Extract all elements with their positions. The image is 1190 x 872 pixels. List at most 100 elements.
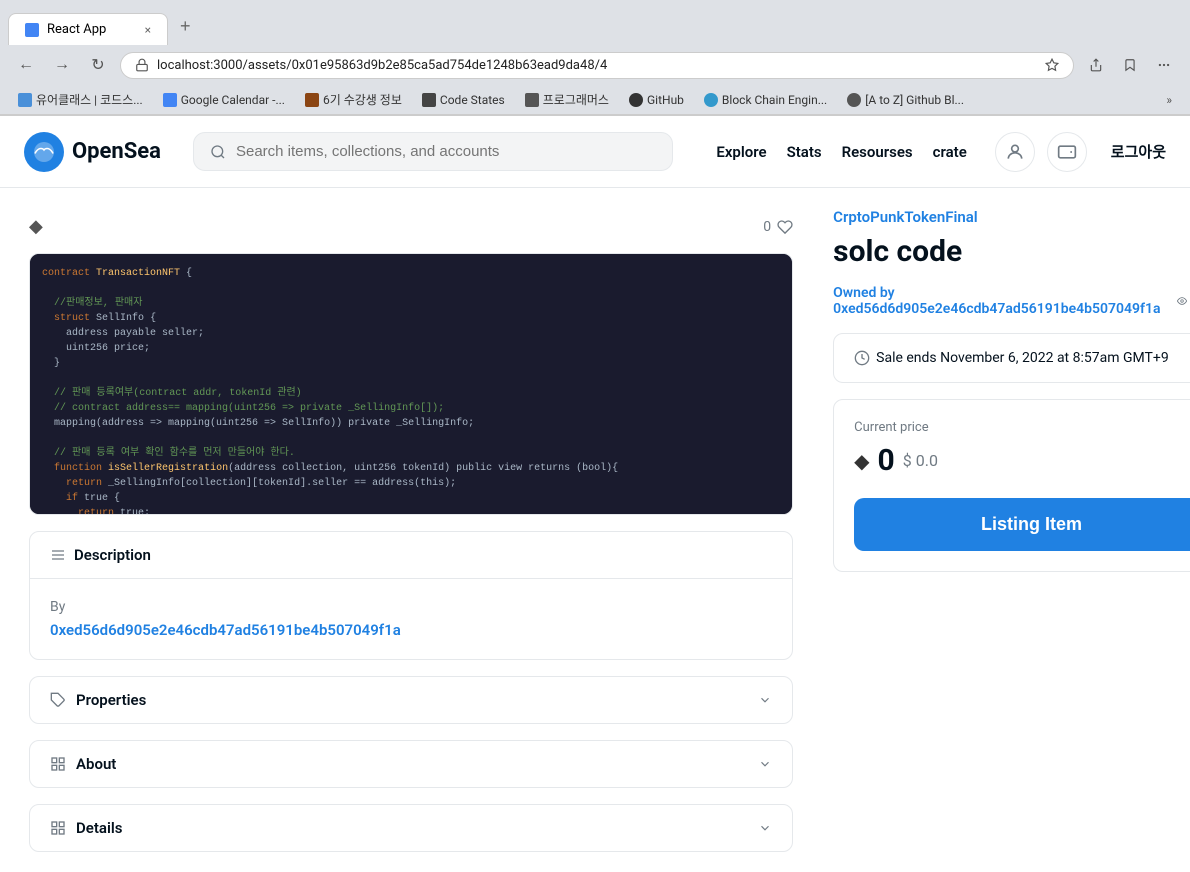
opensea-search xyxy=(193,132,673,171)
asset-container: ◆ 0 contract TransactionNFT { //판매정보, 판매… xyxy=(29,208,1161,852)
bookmark-label: GitHub xyxy=(647,93,684,107)
extensions-btn[interactable] xyxy=(1150,51,1178,79)
bookmark-btn[interactable] xyxy=(1116,51,1144,79)
bookmark-icon xyxy=(422,93,436,107)
collection-name[interactable]: CrptoPunkTokenFinal xyxy=(833,208,1190,226)
opensea-logo[interactable]: OpenSea xyxy=(24,132,161,172)
sale-timer-card: Sale ends November 6, 2022 at 8:57am GMT… xyxy=(833,333,1190,383)
main-content: ◆ 0 contract TransactionNFT { //판매정보, 판매… xyxy=(5,188,1185,872)
description-body: By 0xed56d6d905e2e46cdb47ad56191be4b5070… xyxy=(30,579,792,659)
bookmark-icon xyxy=(847,93,861,107)
asset-likes: 0 xyxy=(763,219,793,235)
details-icon xyxy=(50,820,66,836)
browser-chrome: React App × + ← → ↻ localhost:3000/asset… xyxy=(0,0,1190,116)
nav-crate[interactable]: crate xyxy=(933,143,967,161)
properties-card: Properties xyxy=(29,676,793,724)
bookmark-atoz[interactable]: [A to Z] Github Bl... xyxy=(839,91,972,109)
listing-item-btn[interactable]: Listing Item xyxy=(854,498,1190,551)
details-header[interactable]: Details xyxy=(30,805,792,851)
bookmark-yuorclass[interactable]: 유어클래스 | 코드스... xyxy=(10,89,151,110)
lock-icon xyxy=(135,58,149,72)
about-chevron-icon xyxy=(758,757,772,771)
price-eth: 0 xyxy=(878,443,895,478)
search-box[interactable] xyxy=(193,132,673,171)
code-image: contract TransactionNFT { //판매정보, 판매자 st… xyxy=(30,254,792,514)
eye-icon xyxy=(1177,294,1187,308)
right-panel: CrptoPunkTokenFinal solc code Owned by 0… xyxy=(833,208,1190,572)
bookmark-6ki[interactable]: 6기 수강생 정보 xyxy=(297,89,410,110)
bookmark-icon xyxy=(305,93,319,107)
star-icon[interactable] xyxy=(1045,58,1059,72)
wallet-icon xyxy=(1057,142,1077,162)
nav-actions xyxy=(1082,51,1178,79)
timer-icon xyxy=(854,350,870,366)
eth-icon: ◆ xyxy=(854,449,869,473)
details-title: Details xyxy=(76,819,122,837)
details-chevron-icon xyxy=(758,821,772,835)
code-block: contract TransactionNFT { //판매정보, 판매자 st… xyxy=(42,266,780,514)
bookmark-blockchain[interactable]: Block Chain Engin... xyxy=(696,91,835,109)
share-btn[interactable] xyxy=(1082,51,1110,79)
left-panel: ◆ 0 contract TransactionNFT { //판매정보, 판매… xyxy=(29,208,793,852)
bookmark-label: 프로그래머스 xyxy=(543,91,609,108)
bookmark-gcal[interactable]: Google Calendar -... xyxy=(155,91,293,109)
address-bar[interactable]: localhost:3000/assets/0x01e95863d9b2e85c… xyxy=(120,52,1074,79)
about-header-left: About xyxy=(50,755,116,773)
chain-icon: ◆ xyxy=(29,216,43,237)
about-header[interactable]: About xyxy=(30,741,792,787)
new-tab-btn[interactable]: + xyxy=(168,8,203,45)
price-usd: $ 0.0 xyxy=(903,451,938,470)
by-label: By xyxy=(50,599,772,615)
description-header[interactable]: Description xyxy=(30,532,792,579)
logout-btn[interactable]: 로그아웃 xyxy=(1111,141,1166,162)
back-btn[interactable]: ← xyxy=(12,51,40,79)
about-icon xyxy=(50,756,66,772)
reload-btn[interactable]: ↻ xyxy=(84,51,112,79)
opensea-header: OpenSea Explore Stats Resourses crate 로그… xyxy=(0,116,1190,188)
tab-close-btn[interactable]: × xyxy=(145,23,151,37)
search-input[interactable] xyxy=(236,143,656,160)
sale-timer-text: Sale ends November 6, 2022 at 8:57am GMT… xyxy=(854,350,1190,366)
active-tab[interactable]: React App × xyxy=(8,13,168,45)
bookmark-programmers[interactable]: 프로그래머스 xyxy=(517,89,617,110)
bookmark-label: Block Chain Engin... xyxy=(722,93,827,107)
bookmark-github[interactable]: GitHub xyxy=(621,91,692,109)
price-card: Current price ◆ 0 $ 0.0 Listing Item xyxy=(833,399,1190,572)
profile-btn[interactable] xyxy=(995,132,1035,172)
bookmarks-more-btn[interactable]: » xyxy=(1158,91,1180,109)
owner-prefix: Owned by xyxy=(833,285,894,301)
bookmark-label: 6기 수강생 정보 xyxy=(323,91,402,108)
profile-icon xyxy=(1005,142,1025,162)
wallet-btn[interactable] xyxy=(1047,132,1087,172)
owner-address[interactable]: 0xed56d6d905e2e46cdb47ad56191be4b507049f… xyxy=(833,301,1160,317)
search-icon xyxy=(210,144,226,160)
sale-timer-label: Sale ends November 6, 2022 at 8:57am GMT… xyxy=(876,350,1169,366)
asset-meta: Owned by 0xed56d6d905e2e46cdb47ad56191be… xyxy=(833,285,1190,317)
price-display: ◆ 0 $ 0.0 xyxy=(854,443,1190,478)
tab-label: React App xyxy=(47,22,106,37)
nav-stats[interactable]: Stats xyxy=(787,143,822,161)
properties-header[interactable]: Properties xyxy=(30,677,792,723)
details-card: Details xyxy=(29,804,793,852)
opensea-nav: Explore Stats Resourses crate 로그아웃 xyxy=(716,132,1166,172)
description-card: Description By 0xed56d6d905e2e46cdb47ad5… xyxy=(29,531,793,660)
url-display: localhost:3000/assets/0x01e95863d9b2e85c… xyxy=(157,58,1037,73)
properties-title: Properties xyxy=(76,691,146,709)
forward-btn[interactable]: → xyxy=(48,51,76,79)
asset-title: solc code xyxy=(833,234,1190,269)
bookmark-codestates[interactable]: Code States xyxy=(414,91,513,109)
bookmark-label: Google Calendar -... xyxy=(181,93,285,107)
browser-tabs: React App × + xyxy=(0,0,1190,45)
browser-nav: ← → ↻ localhost:3000/assets/0x01e95863d9… xyxy=(0,45,1190,85)
opensea-logo-text: OpenSea xyxy=(72,139,161,164)
properties-icon xyxy=(50,692,66,708)
nav-resources[interactable]: Resourses xyxy=(842,143,913,161)
asset-top-bar: ◆ 0 xyxy=(29,208,793,245)
bookmark-icon xyxy=(163,93,177,107)
bookmark-icon xyxy=(525,93,539,107)
bookmark-label: [A to Z] Github Bl... xyxy=(865,93,964,107)
heart-icon[interactable] xyxy=(777,219,793,235)
nav-explore[interactable]: Explore xyxy=(716,143,766,161)
bookmarks-bar: 유어클래스 | 코드스... Google Calendar -... 6기 수… xyxy=(0,85,1190,115)
asset-views: 17 views xyxy=(1177,285,1190,317)
